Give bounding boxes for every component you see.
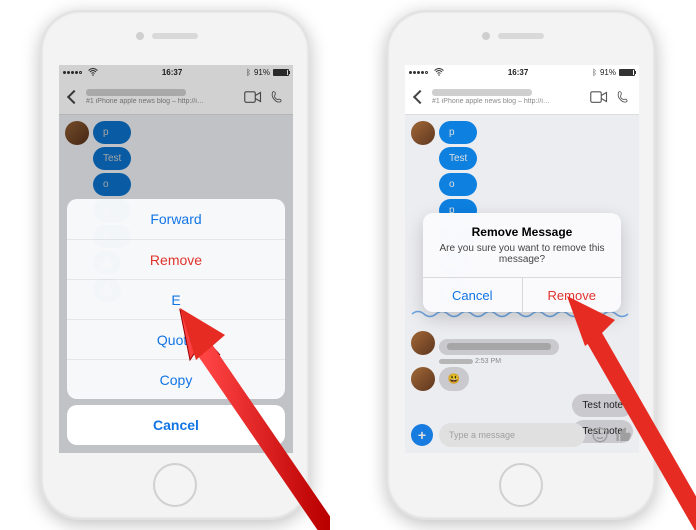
signal-dots-icon [409,71,428,74]
like-icon[interactable] [615,426,633,444]
action-sheet-card: Forward Remove E Quote Copy [67,199,285,399]
outgoing-message[interactable]: Test note [572,394,633,417]
remove-alert: Remove Message Are you sure you want to … [423,213,621,312]
phone-frame-left: 16:37 ᛒ 91% #1 iPhone apple news blog – … [40,10,310,520]
incoming-time: 2:53 PM [475,358,501,365]
speaker-slit [498,33,544,39]
message-bubble[interactable]: p [439,121,477,144]
avatar [411,331,435,355]
incoming-message-redacted[interactable] [439,339,559,355]
action-edit-partial[interactable]: E [67,279,285,319]
camera-dot [136,32,144,40]
screen-right: 16:37 ᛒ 91% #1 iPhone apple news blog – … [405,65,639,453]
action-quote[interactable]: Quote [67,319,285,359]
avatar [411,121,435,145]
message-input-bar: + Type a message [411,421,633,449]
action-copy[interactable]: Copy [67,359,285,399]
alert-remove-button[interactable]: Remove [522,278,622,312]
battery-percent: 91% [600,68,616,77]
back-icon[interactable] [412,90,426,104]
voice-call-icon[interactable] [614,90,632,104]
message-bubble[interactable]: Test [439,147,477,170]
incoming-sticker[interactable]: 😃 [439,367,469,391]
battery-icon [619,69,635,76]
avatar [411,367,435,391]
action-remove[interactable]: Remove [67,239,285,279]
camera-dot [482,32,490,40]
wifi-icon [434,68,444,76]
contact-subtitle: #1 iPhone apple news blog – http://i… [432,98,584,105]
video-call-icon[interactable] [590,90,608,104]
alert-cancel-button[interactable]: Cancel [423,278,522,312]
phone-frame-right: 16:37 ᛒ 91% #1 iPhone apple news blog – … [386,10,656,520]
home-button[interactable] [499,463,543,507]
home-button[interactable] [153,463,197,507]
status-bar: 16:37 ᛒ 91% [405,65,639,79]
speaker-slit [152,33,198,39]
action-sheet: Forward Remove E Quote Copy Cancel [67,199,285,445]
alert-message: Are you sure you want to remove this mes… [423,239,621,277]
sticker-icon[interactable] [591,426,609,444]
conversation-header: #1 iPhone apple news blog – http://i… [405,79,639,115]
message-input[interactable]: Type a message [439,423,585,447]
contact-name-redacted [432,89,532,96]
action-cancel[interactable]: Cancel [67,405,285,445]
action-forward[interactable]: Forward [67,199,285,239]
attach-button[interactable]: + [411,424,433,446]
alert-title: Remove Message [423,213,621,239]
screen-left: 16:37 ᛒ 91% #1 iPhone apple news blog – … [59,65,293,453]
message-bubble[interactable]: o [439,173,477,196]
status-time: 16:37 [508,68,528,77]
bluetooth-icon: ᛒ [592,68,597,77]
